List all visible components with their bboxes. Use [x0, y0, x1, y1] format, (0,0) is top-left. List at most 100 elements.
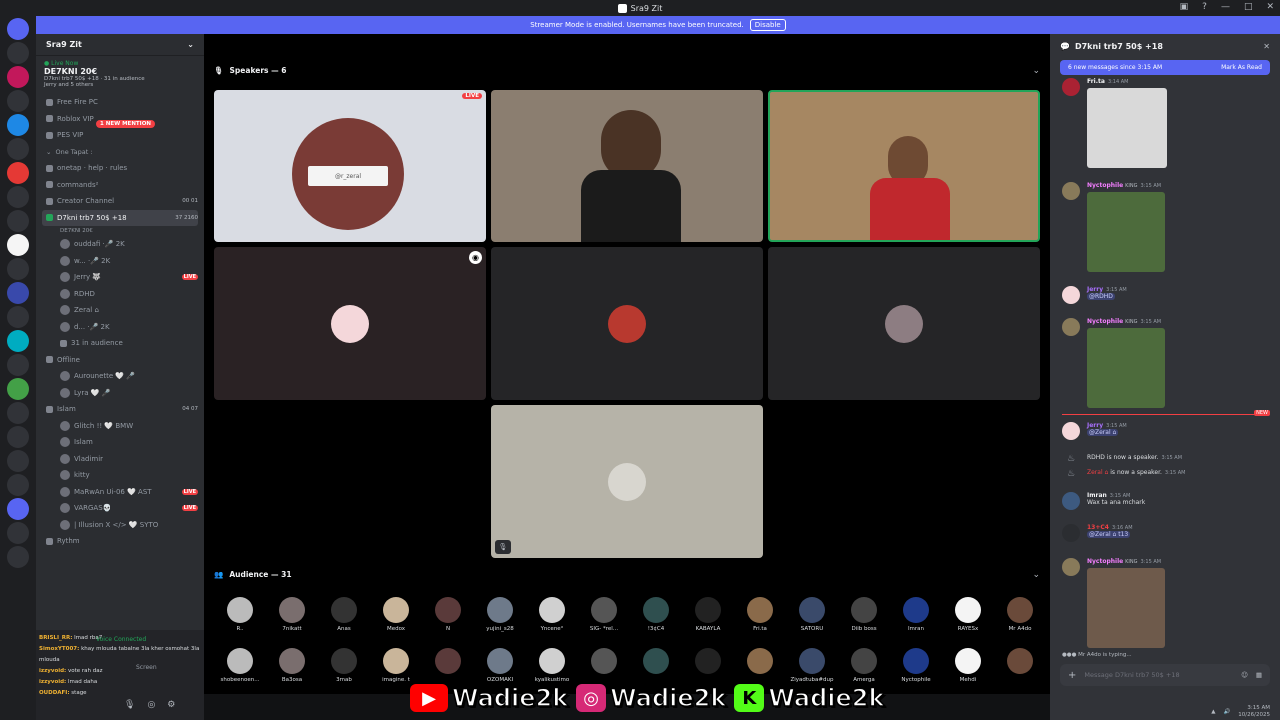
- microphone-icon[interactable]: 🎙: [124, 700, 135, 710]
- voice-user[interactable]: Zeral ⌂: [42, 302, 198, 319]
- message-input[interactable]: Message D7kni trb7 50$ +18: [1084, 671, 1179, 679]
- minimize-button[interactable]: —: [1221, 2, 1230, 12]
- voice-channel[interactable]: Islam 04 07: [42, 401, 198, 418]
- voice-user[interactable]: VARGAS💀 LIVE: [42, 500, 198, 517]
- voice-user[interactable]: Islam: [42, 434, 198, 451]
- server-icon[interactable]: [7, 522, 29, 544]
- disable-button[interactable]: Disable: [749, 19, 786, 31]
- audience-member[interactable]: Diib boss: [838, 597, 890, 632]
- wifi-icon[interactable]: ▲: [1211, 709, 1215, 715]
- message-author[interactable]: Nyctophile: [1087, 182, 1123, 189]
- audience-member[interactable]: Imran: [890, 597, 942, 632]
- avatar[interactable]: [1062, 492, 1080, 510]
- server-icon[interactable]: [7, 282, 29, 304]
- server-header[interactable]: Sra9 Zit ⌄: [36, 34, 204, 56]
- speaker-tile-avatar[interactable]: ◉: [214, 247, 486, 400]
- speaker-tile-avatar[interactable]: [491, 247, 763, 400]
- audience-member[interactable]: imagine. t: [370, 648, 422, 683]
- message-image[interactable]: [1087, 328, 1165, 408]
- server-icon[interactable]: [7, 42, 29, 64]
- message-image[interactable]: [1087, 568, 1165, 648]
- audience-member[interactable]: [578, 648, 630, 683]
- message-author[interactable]: Jerry: [1087, 422, 1103, 429]
- cat-gif-image[interactable]: [1087, 88, 1167, 168]
- channel-item[interactable]: onetap · help · rules: [42, 160, 198, 177]
- avatar[interactable]: [1062, 286, 1080, 304]
- avatar[interactable]: [1062, 558, 1080, 576]
- server-icon[interactable]: [7, 186, 29, 208]
- audience-member[interactable]: Mr A4do: [994, 597, 1046, 632]
- server-icon[interactable]: [7, 378, 29, 400]
- clock[interactable]: 3:15 AM 10/26/2025: [1238, 705, 1270, 719]
- camera-toggle-icon[interactable]: ◉: [469, 251, 482, 264]
- voice-user[interactable]: Jerry 🐺 LIVE: [42, 269, 198, 286]
- avatar[interactable]: [1062, 422, 1080, 440]
- avatar[interactable]: [1062, 524, 1080, 542]
- voice-user[interactable]: ouddafi ·🎤 2K: [42, 236, 198, 253]
- headset-icon[interactable]: ◎: [147, 700, 155, 710]
- audience-member[interactable]: [630, 648, 682, 683]
- audience-member[interactable]: KABAYLA: [682, 597, 734, 632]
- speaker-tile-camera[interactable]: [491, 90, 763, 242]
- message-author[interactable]: 13+C4: [1087, 524, 1109, 531]
- server-icon[interactable]: [7, 402, 29, 424]
- voice-user[interactable]: RDHD: [42, 286, 198, 303]
- apps-icon[interactable]: ▦: [1256, 671, 1262, 679]
- chevron-down-icon[interactable]: ⌄: [1032, 570, 1040, 580]
- audience-member[interactable]: Mehdi: [942, 648, 994, 683]
- channel-item-active[interactable]: D7kni trb7 50$ +18 37 2160: [42, 209, 198, 226]
- maximize-button[interactable]: □: [1244, 2, 1253, 12]
- audience-member[interactable]: N: [422, 597, 474, 632]
- audience-member[interactable]: R..: [214, 597, 266, 632]
- mark-as-read-button[interactable]: Mark As Read: [1221, 64, 1262, 71]
- message-author[interactable]: Fri.ta: [1087, 78, 1105, 85]
- voice-user[interactable]: w... ·🎤 2K: [42, 253, 198, 270]
- voice-user[interactable]: d... ·🎤 2K: [42, 319, 198, 336]
- channel-item[interactable]: PES VIP: [42, 127, 198, 144]
- server-icon[interactable]: [7, 450, 29, 472]
- message-author[interactable]: Nyctophile: [1087, 558, 1123, 565]
- help-icon[interactable]: ?: [1202, 2, 1207, 12]
- live-now-card[interactable]: ● Live Now DE7KNI 20€ D7kni trb7 50$ +18…: [36, 56, 204, 92]
- close-button[interactable]: ✕: [1266, 2, 1274, 12]
- voice-user[interactable]: Lyra 🤍 🎤: [42, 385, 198, 402]
- server-icon[interactable]: [7, 138, 29, 160]
- audience-member[interactable]: !3¢C4: [630, 597, 682, 632]
- settings-gear-icon[interactable]: ⚙: [167, 700, 175, 710]
- speaker-tile-screenshare[interactable]: @r_zeral LIVE: [214, 90, 486, 242]
- message-author[interactable]: Nyctophile: [1087, 318, 1123, 325]
- speaker-tile-camera-speaking[interactable]: [768, 90, 1040, 242]
- message-text[interactable]: @Zeral ⌂: [1087, 429, 1119, 436]
- audience-member[interactable]: Fri.ta: [734, 597, 786, 632]
- channel-item[interactable]: Creator Channel 00 01: [42, 193, 198, 210]
- audience-member[interactable]: [994, 648, 1046, 683]
- avatar[interactable]: [1062, 318, 1080, 336]
- message-author[interactable]: Jerry: [1087, 286, 1103, 293]
- audience-member[interactable]: [734, 648, 786, 683]
- audience-member[interactable]: 3mab: [318, 648, 370, 683]
- new-mention-badge[interactable]: 1 NEW MENTION: [96, 120, 155, 128]
- speaker-tile-avatar[interactable]: [768, 247, 1040, 400]
- message-composer[interactable]: + Message D7kni trb7 50$ +18 ☺ ▦: [1060, 664, 1270, 686]
- server-icon[interactable]: [7, 546, 29, 568]
- server-icon[interactable]: [7, 306, 29, 328]
- audience-member[interactable]: Medox: [370, 597, 422, 632]
- audience-member[interactable]: kyalikustimo: [526, 648, 578, 683]
- audience-member[interactable]: SATORU: [786, 597, 838, 632]
- voice-channel[interactable]: Offline: [42, 352, 198, 369]
- category-header[interactable]: ⌄ One Tapat :: [42, 144, 198, 161]
- speaker-tile-avatar[interactable]: 🎙: [491, 405, 763, 558]
- server-icon[interactable]: [7, 258, 29, 280]
- audience-member[interactable]: Anas: [318, 597, 370, 632]
- screen-share-button[interactable]: Screen: [136, 664, 157, 671]
- message-text[interactable]: @Zeral ⌂ t13: [1087, 531, 1131, 538]
- server-icon[interactable]: [7, 162, 29, 184]
- message-image[interactable]: [1087, 192, 1165, 272]
- voice-user[interactable]: Glitch !! 🤍 BMW: [42, 418, 198, 435]
- voice-user[interactable]: | Illusion X </> 🤍 SYTO: [42, 517, 198, 534]
- server-icon[interactable]: [7, 426, 29, 448]
- audience-member[interactable]: [422, 648, 474, 683]
- avatar[interactable]: [1062, 78, 1080, 96]
- audience-member[interactable]: OZOMAKI: [474, 648, 526, 683]
- audience-member[interactable]: Ba3osa: [266, 648, 318, 683]
